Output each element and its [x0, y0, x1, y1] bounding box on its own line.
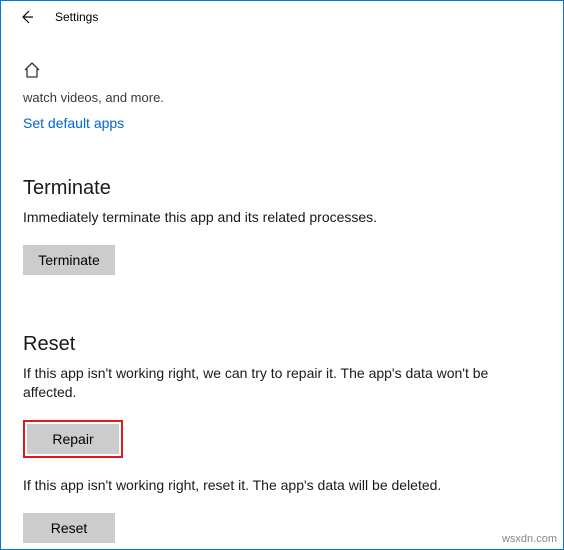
reset-heading: Reset — [23, 333, 541, 356]
terminate-description: Immediately terminate this app and its r… — [23, 208, 523, 227]
reset-description: If this app isn't working right, reset i… — [23, 476, 523, 495]
repair-description: If this app isn't working right, we can … — [23, 364, 523, 402]
repair-button[interactable]: Repair — [27, 424, 119, 454]
watermark: wsxdn.com — [502, 533, 557, 545]
back-arrow-icon — [19, 9, 35, 25]
title-bar: Settings — [1, 1, 563, 33]
terminate-button[interactable]: Terminate — [23, 245, 115, 275]
back-button[interactable] — [9, 1, 45, 33]
truncated-text: watch videos, and more. — [23, 90, 541, 105]
set-default-apps-link[interactable]: Set default apps — [23, 115, 124, 131]
window-title: Settings — [55, 10, 98, 24]
content-area: watch videos, and more. Set default apps… — [1, 61, 563, 543]
terminate-heading: Terminate — [23, 177, 541, 200]
repair-highlight: Repair — [23, 420, 123, 458]
reset-button[interactable]: Reset — [23, 513, 115, 543]
home-icon[interactable] — [23, 61, 541, 84]
